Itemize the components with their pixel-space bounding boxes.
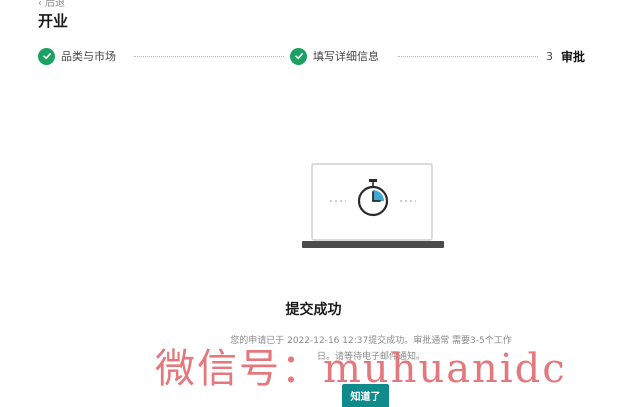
approval-page: ‹ 后退 开业 品类与市场 填写详细信息 3 审批 提交成功 您的申请已于 20… xyxy=(0,0,627,407)
result-description-line: 日。请等待电子邮件通知。 xyxy=(316,352,425,362)
step-label: 品类与市场 xyxy=(61,50,116,63)
step-label: 填写详细信息 xyxy=(313,50,379,63)
back-link-label: 后退 xyxy=(45,0,65,9)
result-description-line: 您的申请已于 2022-12-16 12:37提交成功。审批通常 需要3-5个工… xyxy=(230,336,512,346)
laptop-stopwatch-icon xyxy=(302,163,444,248)
confirm-button[interactable]: 知道了 xyxy=(342,384,389,407)
step-label: 审批 xyxy=(561,49,586,64)
back-link[interactable]: ‹ 后退 xyxy=(38,0,65,9)
page-title: 开业 xyxy=(38,12,69,30)
step-connector xyxy=(134,56,284,57)
check-circle-icon xyxy=(38,47,55,65)
step-number: 3 xyxy=(546,49,553,63)
result-title: 提交成功 xyxy=(285,302,342,318)
step-connector xyxy=(398,56,538,57)
check-circle-icon xyxy=(290,47,307,65)
progress-stepper: 品类与市场 填写详细信息 3 审批 xyxy=(38,46,598,66)
step-category-market: 品类与市场 xyxy=(38,46,116,66)
chevron-left-icon: ‹ xyxy=(38,0,42,9)
result-description: 您的申请已于 2022-12-16 12:37提交成功。审批通常 需要3-5个工… xyxy=(196,333,546,365)
step-fill-details: 填写详细信息 xyxy=(290,46,379,66)
step-approval: 3 审批 xyxy=(546,46,585,66)
